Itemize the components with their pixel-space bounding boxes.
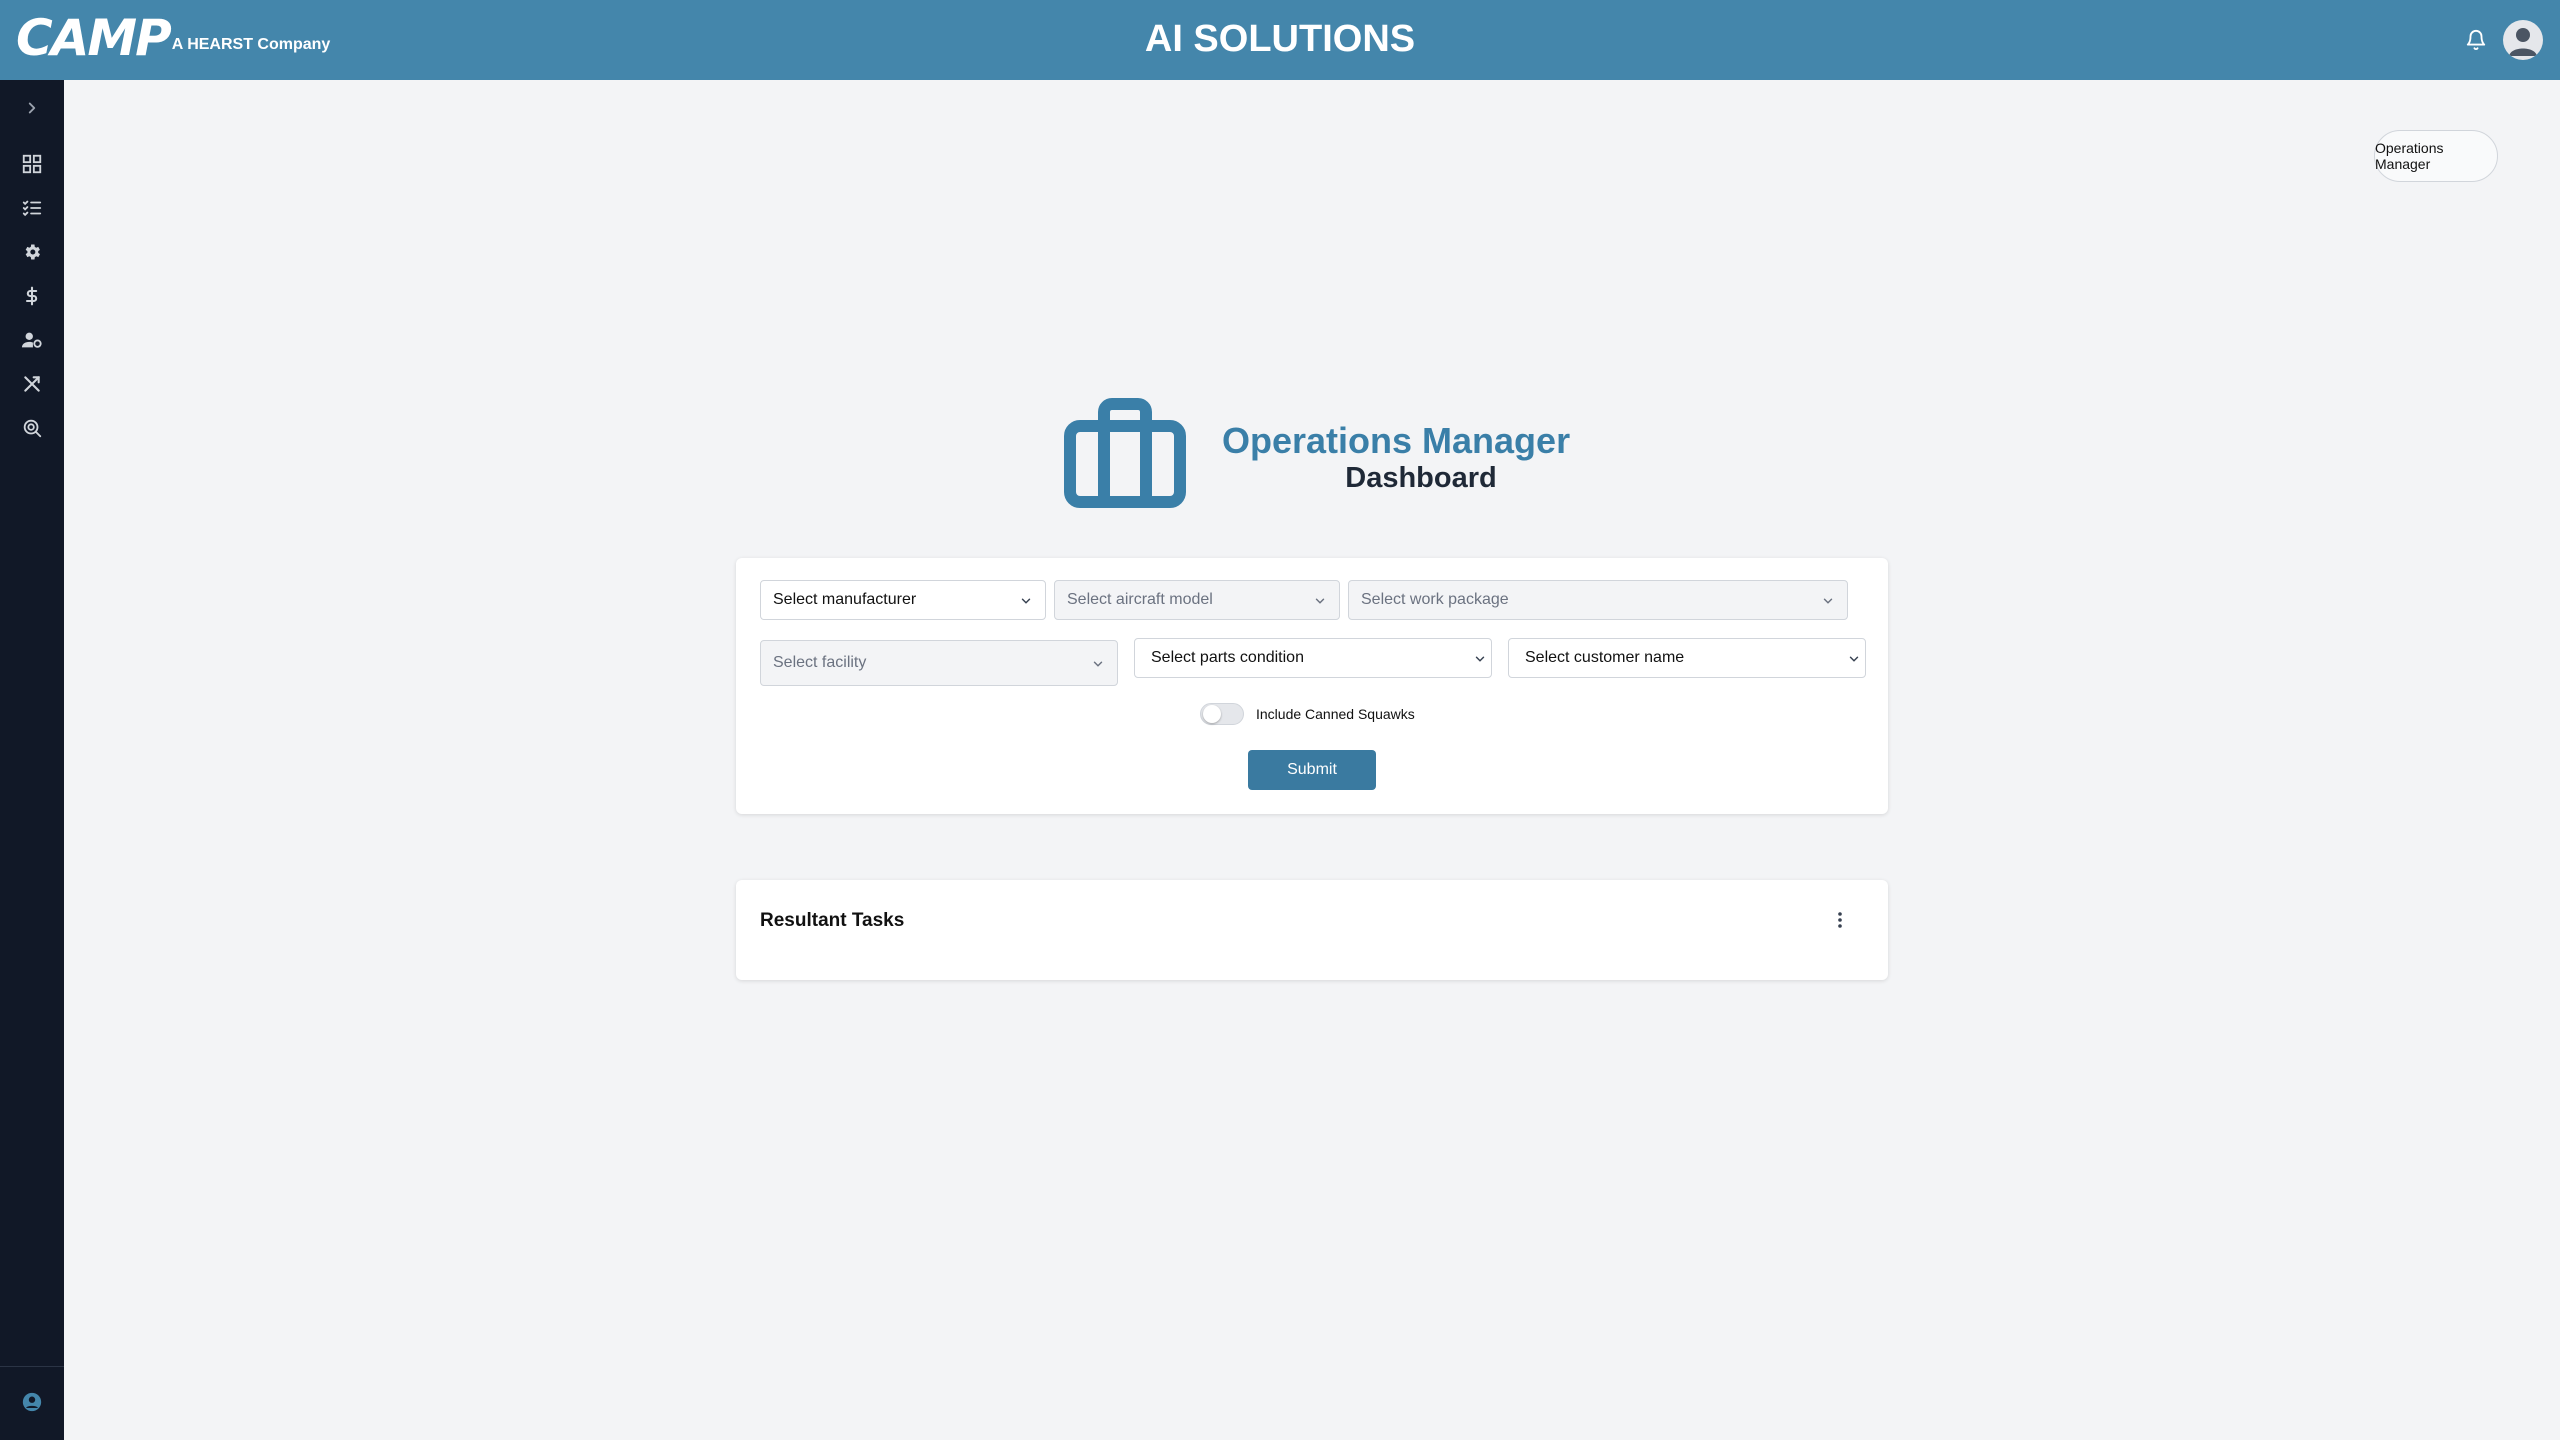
- canned-squawks-toggle-row: Include Canned Squawks: [1200, 702, 1415, 726]
- chevron-down-icon: [1823, 598, 1833, 604]
- work-package-select[interactable]: Select work package: [1348, 580, 1848, 620]
- sidebar: [0, 80, 64, 1440]
- logo-text: CAMP: [16, 9, 172, 67]
- hero-title: Operations Manager: [1222, 420, 1571, 461]
- gear-icon[interactable]: [14, 234, 50, 270]
- grid-icon[interactable]: [14, 146, 50, 182]
- more-options-icon[interactable]: [1828, 908, 1852, 932]
- canned-squawks-label: Include Canned Squawks: [1256, 706, 1415, 722]
- hero-subtitle: Dashboard: [1345, 462, 1497, 494]
- facility-select[interactable]: Select facility: [760, 640, 1118, 686]
- user-settings-icon[interactable]: [14, 322, 50, 358]
- checklist-icon[interactable]: [14, 190, 50, 226]
- search-icon[interactable]: [14, 410, 50, 446]
- submit-button[interactable]: Submit: [1248, 750, 1376, 790]
- briefcase-icon: [1064, 398, 1186, 513]
- work-package-select-value: Select work package: [1361, 591, 1509, 608]
- user-circle-icon[interactable]: [14, 1384, 50, 1420]
- chevron-down-icon: [1849, 656, 1859, 662]
- manufacturer-select[interactable]: Select manufacturer: [760, 580, 1046, 620]
- chevron-down-icon: [1021, 598, 1031, 604]
- tools-icon[interactable]: [14, 366, 50, 402]
- toggle-knob: [1203, 705, 1221, 723]
- customer-name-select-value: Select customer name: [1525, 649, 1685, 666]
- camp-logo[interactable]: CAMP A HEARST Company: [16, 10, 330, 66]
- bell-icon[interactable]: [2460, 24, 2492, 56]
- chevron-down-icon: [1475, 656, 1485, 662]
- top-header: CAMP A HEARST Company AI SOLUTIONS: [0, 0, 2560, 80]
- dollar-icon[interactable]: [14, 278, 50, 314]
- logo-subtitle: A HEARST Company: [171, 36, 331, 53]
- app-title: AI SOLUTIONS: [1144, 18, 1416, 60]
- results-card: Resultant Tasks: [736, 880, 1888, 980]
- user-avatar-icon[interactable]: [2503, 20, 2543, 60]
- parts-condition-select-value: Select parts condition: [1151, 649, 1304, 666]
- filter-card: Select manufacturer Select aircraft mode…: [736, 558, 1888, 814]
- canned-squawks-toggle[interactable]: [1200, 703, 1244, 725]
- chevron-down-icon: [1315, 598, 1325, 604]
- customer-name-select[interactable]: Select customer name: [1508, 638, 1866, 678]
- manufacturer-select-value: Select manufacturer: [773, 591, 917, 608]
- aircraft-model-select-value: Select aircraft model: [1067, 591, 1213, 608]
- chevron-right-icon[interactable]: [14, 90, 50, 126]
- chevron-down-icon: [1093, 661, 1103, 667]
- facility-select-value: Select facility: [773, 654, 867, 671]
- role-chip[interactable]: Operations Manager: [2374, 130, 2498, 182]
- aircraft-model-select[interactable]: Select aircraft model: [1054, 580, 1340, 620]
- sidebar-divider: [0, 1366, 64, 1367]
- results-title: Resultant Tasks: [760, 910, 905, 931]
- parts-condition-select[interactable]: Select parts condition: [1134, 638, 1492, 678]
